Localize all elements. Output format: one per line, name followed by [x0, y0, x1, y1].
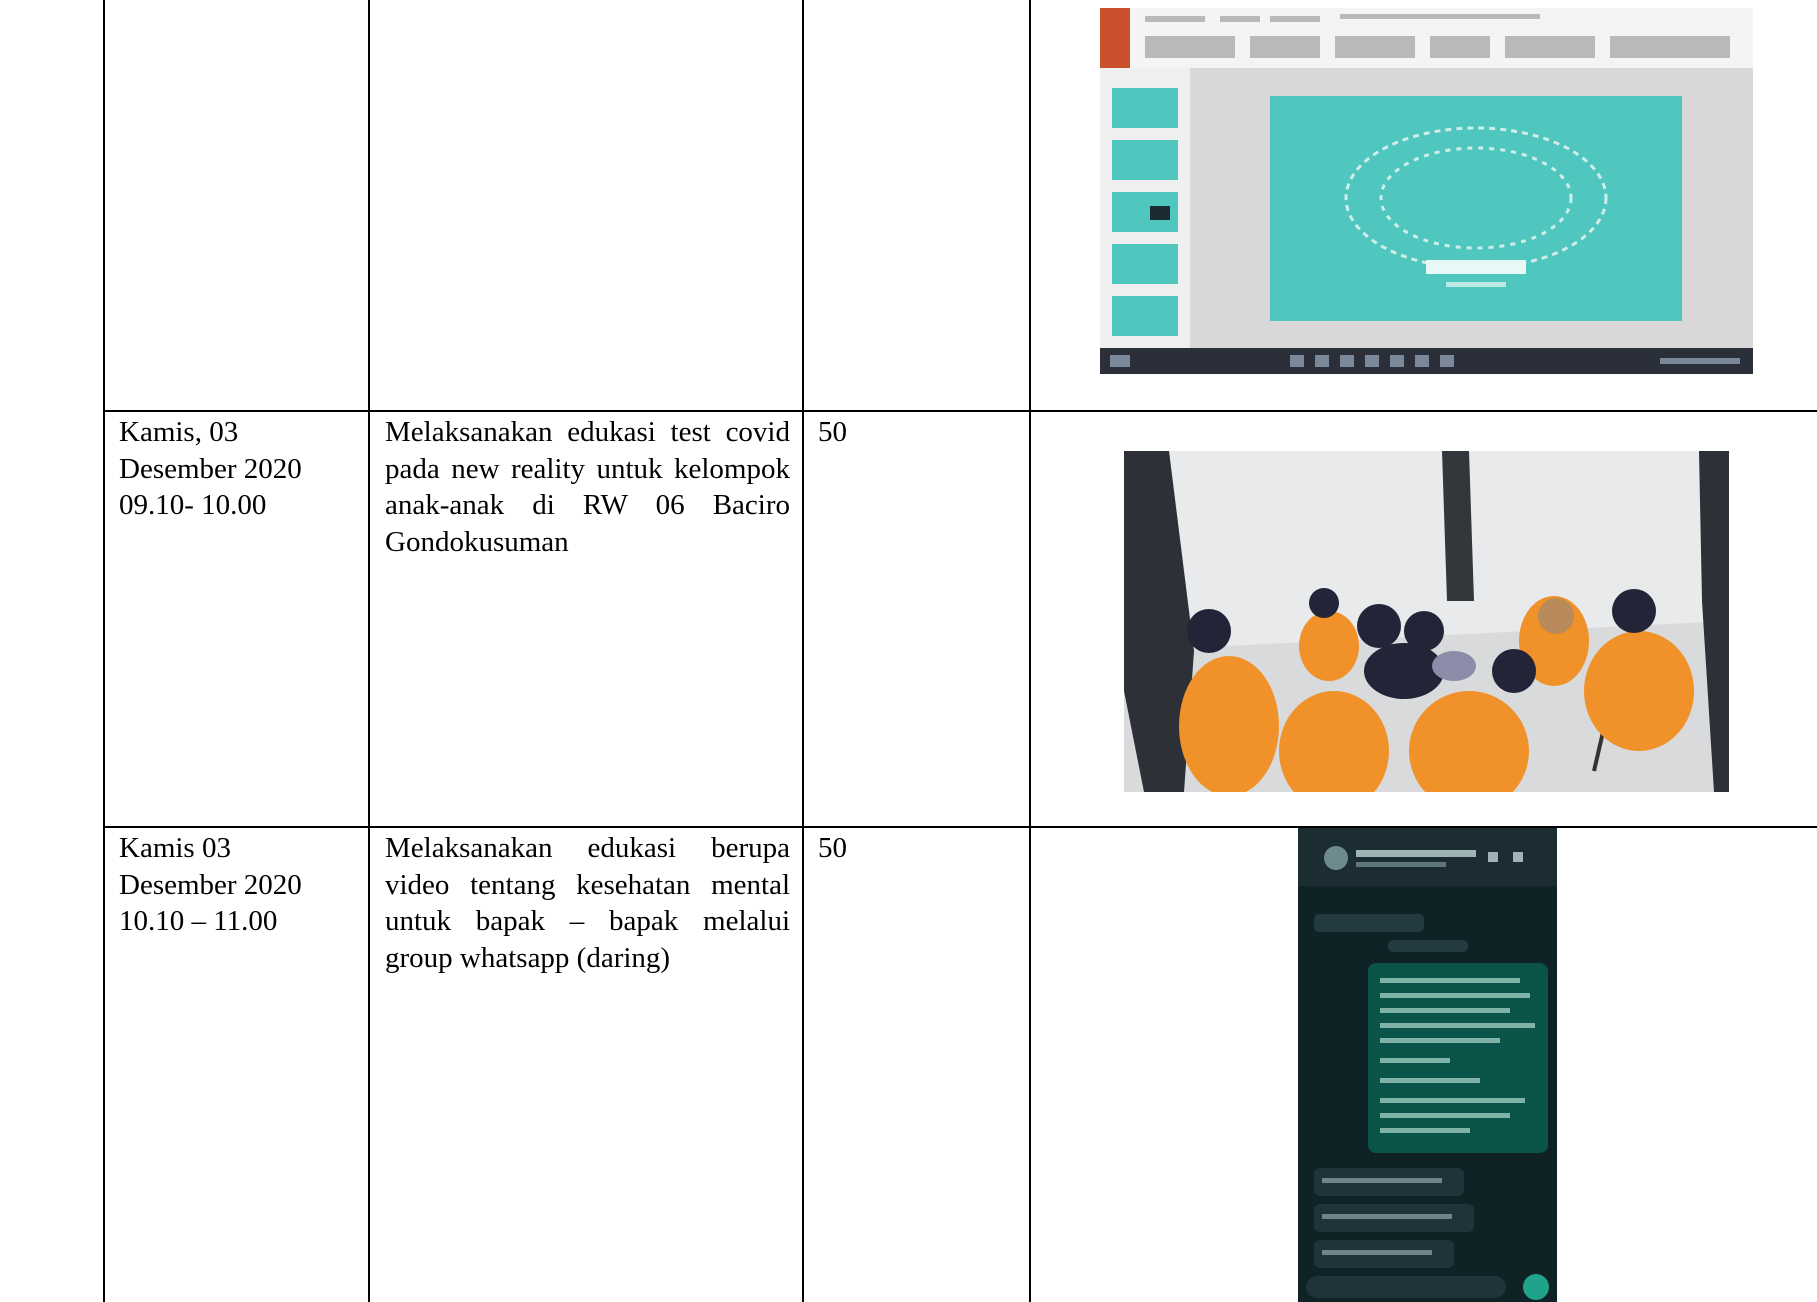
chat-screen-image — [1298, 828, 1557, 1302]
activity-description: Melaksanakan edukasi berupa video tentan… — [385, 832, 790, 974]
date-time-range: 09.10- 10.00 — [119, 489, 267, 521]
table-divider-1 — [368, 0, 370, 1302]
table-divider-2 — [802, 0, 804, 1302]
participant-count: 50 — [818, 416, 847, 448]
date-day: Kamis 03 — [119, 832, 231, 864]
powerpoint-window-image — [1100, 8, 1753, 374]
date-month-year: Desember 2020 — [119, 868, 302, 901]
group-session-photo — [1124, 451, 1729, 792]
date-cell: Kamis 03 Desember 2020 10.10 – 11.00 — [119, 830, 359, 940]
table-divider-3 — [1029, 0, 1031, 1302]
date-time-range: 10.10 – 11.00 — [119, 905, 278, 937]
participant-count: 50 — [818, 832, 847, 864]
table-border-left — [103, 0, 105, 1302]
whatsapp-chat-screenshot — [1298, 828, 1557, 1302]
row-separator-2 — [103, 826, 1817, 828]
activity-description: Melaksanakan edukasi test covid pada new… — [385, 416, 790, 558]
document-page: { "table": { "rows": [ { "date": ["", ""… — [0, 0, 1817, 1302]
children-seated-photo-image — [1124, 451, 1729, 792]
row-separator-1 — [103, 410, 1817, 412]
date-cell: Kamis, 03 Desember 2020 09.10- 10.00 — [119, 414, 359, 524]
date-day: Kamis, 03 — [119, 416, 239, 448]
date-month-year: Desember 2020 — [119, 452, 302, 485]
presentation-slide-screenshot — [1100, 8, 1753, 374]
